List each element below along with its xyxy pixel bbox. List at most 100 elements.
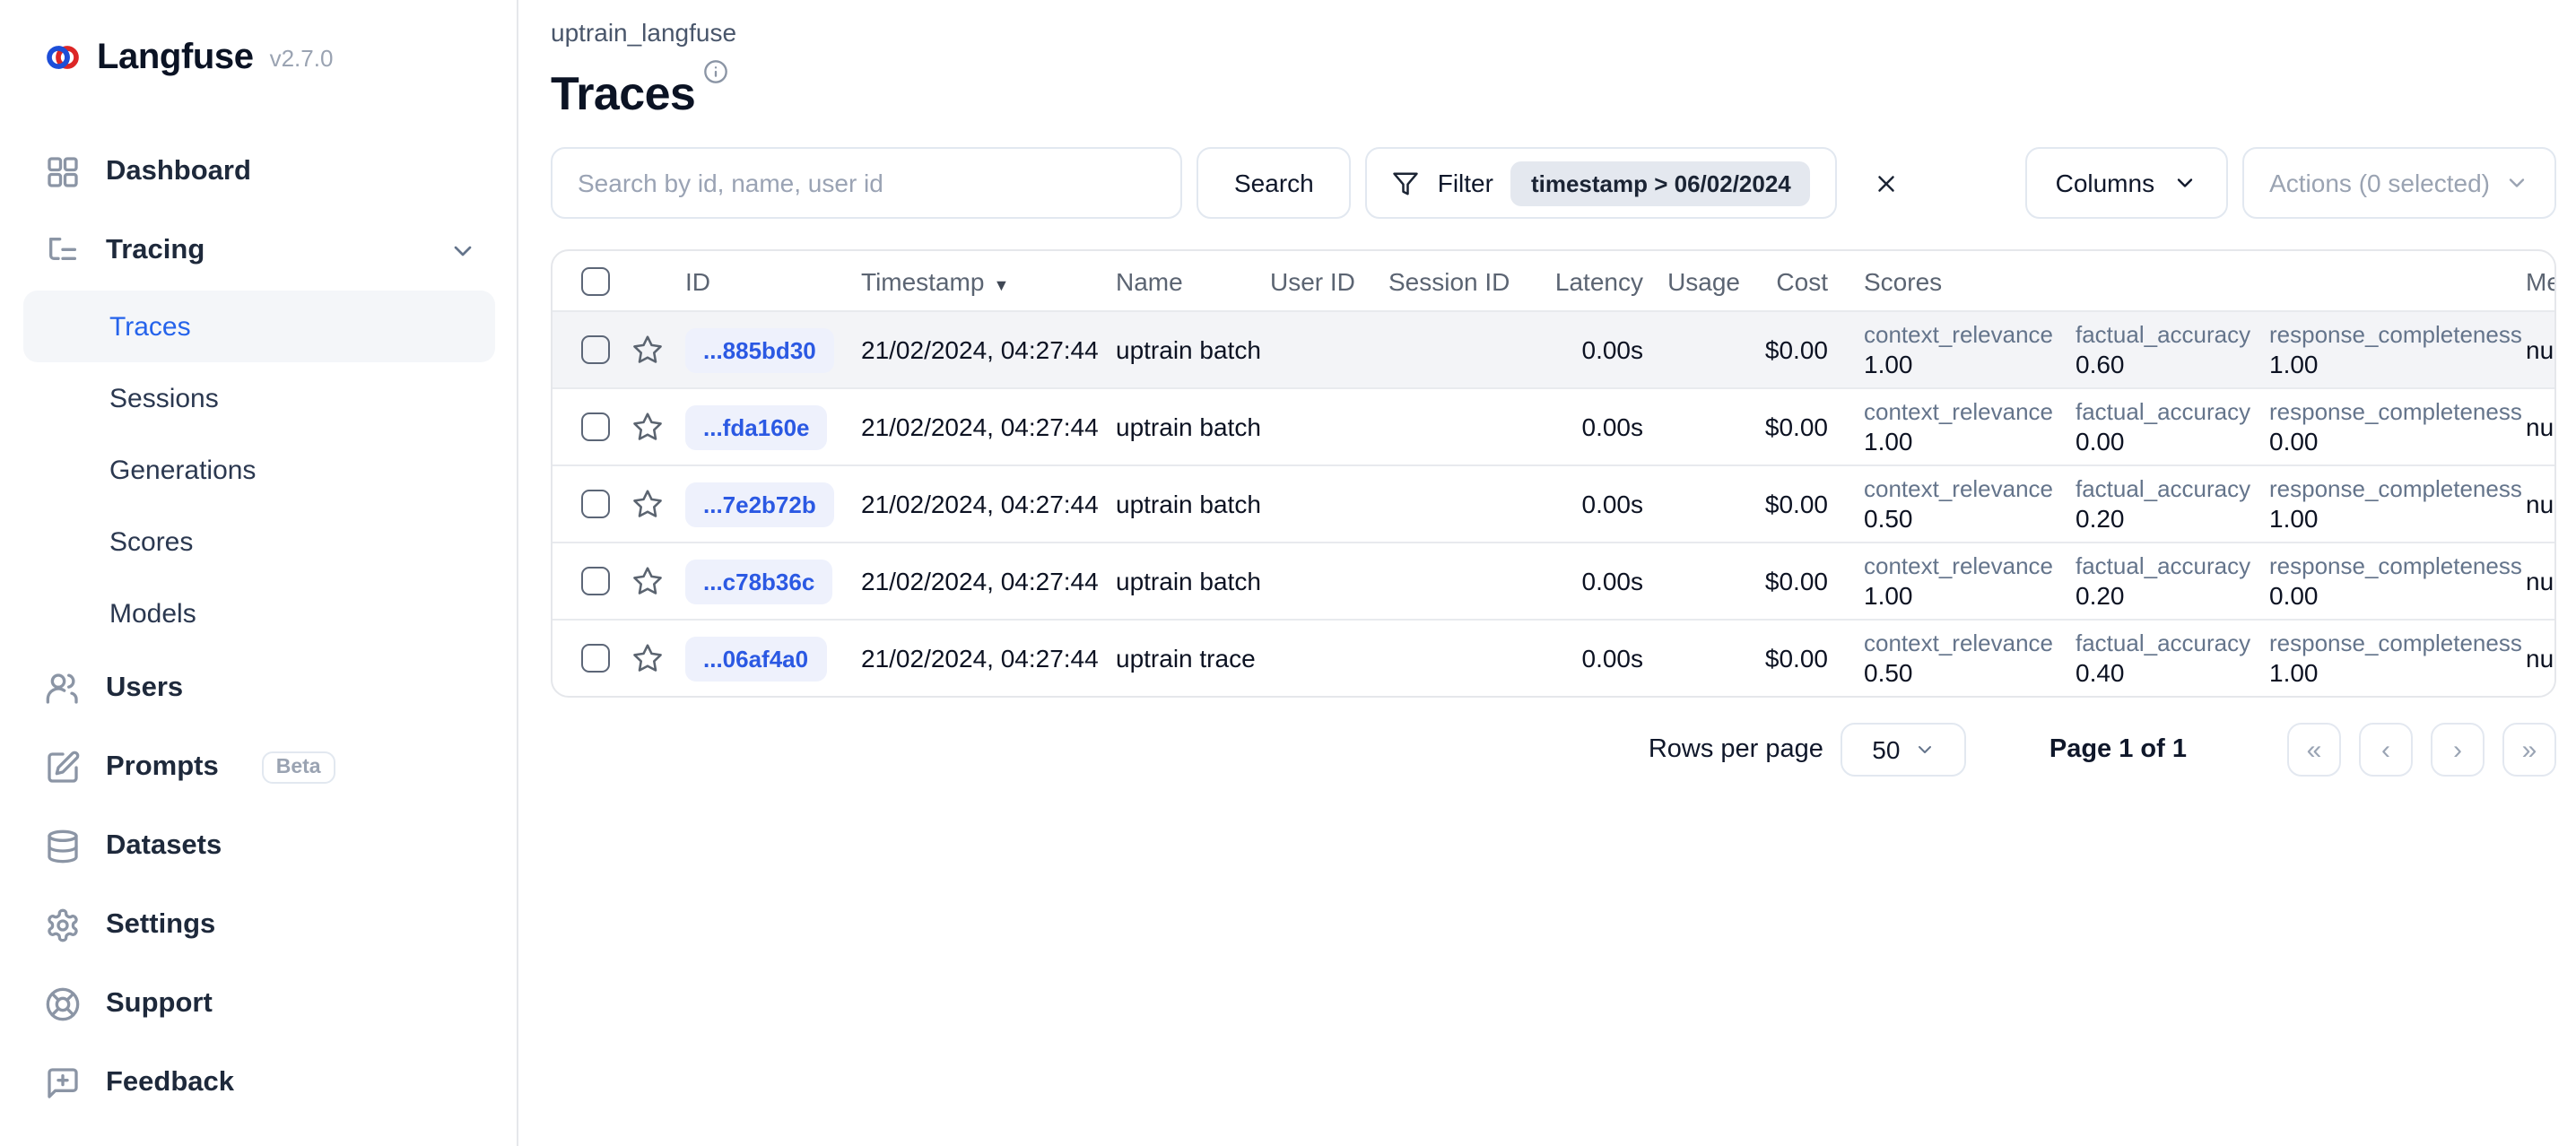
brand[interactable]: Langfuse v2.7.0: [23, 36, 495, 79]
column-header-timestamp[interactable]: Timestamp ▼: [861, 266, 1116, 295]
columns-button[interactable]: Columns: [2024, 147, 2229, 219]
info-icon[interactable]: [702, 59, 727, 84]
star-icon[interactable]: [631, 642, 685, 674]
score-label: context_relevance: [1864, 475, 2054, 502]
previous-page-button[interactable]: ‹: [2359, 723, 2413, 777]
star-icon[interactable]: [631, 488, 685, 520]
name-cell: uptrain batch: [1116, 567, 1261, 595]
table-row[interactable]: ...885bd30 21/02/2024, 04:27:44 uptrain …: [553, 310, 2554, 387]
metadata-cell: null: [2526, 644, 2554, 673]
chevron-down-icon: [1914, 739, 1936, 760]
sidebar-item-feedback[interactable]: Feedback: [23, 1044, 495, 1123]
sub-item-label: Sessions: [109, 383, 219, 413]
scores-cell: context_relevance 1.00 factual_accuracy 0.…: [1828, 552, 2526, 610]
sidebar-item-models[interactable]: Models: [23, 577, 495, 649]
timestamp-cell: 21/02/2024, 04:27:44: [861, 335, 1099, 364]
row-checkbox[interactable]: [581, 567, 610, 595]
last-page-button[interactable]: »: [2502, 723, 2556, 777]
cost-cell: $0.00: [1764, 567, 1828, 595]
dashboard-grid-icon: [45, 154, 81, 190]
row-checkbox[interactable]: [581, 490, 610, 518]
score-value: 0.00: [2076, 427, 2125, 456]
sidebar-item-sessions[interactable]: Sessions: [23, 362, 495, 434]
main-content: uptrain_langfuse Traces Search Filter t: [518, 0, 2576, 1146]
row-checkbox[interactable]: [581, 644, 610, 673]
sidebar-item-datasets[interactable]: Datasets: [23, 807, 495, 886]
sidebar-item-label: Datasets: [106, 830, 222, 861]
breadcrumb[interactable]: uptrain_langfuse: [551, 18, 2576, 48]
column-header-latency[interactable]: Latency: [1532, 266, 1643, 295]
first-page-button[interactable]: «: [2287, 723, 2341, 777]
trace-id-link[interactable]: ...c78b36c: [685, 559, 833, 603]
score-label: factual_accuracy: [2076, 321, 2251, 348]
clear-filter-icon[interactable]: [1874, 169, 1901, 196]
sidebar-item-traces[interactable]: Traces: [23, 291, 495, 362]
scores-cell: context_relevance 1.00 factual_accuracy 0.…: [1828, 398, 2526, 456]
cost-cell: $0.00: [1764, 644, 1828, 673]
sidebar-item-generations[interactable]: Generations: [23, 434, 495, 506]
score-value: 1.00: [1864, 427, 1913, 456]
table-header-row: ID Timestamp ▼ Name User ID Session ID La…: [553, 251, 2554, 310]
row-checkbox[interactable]: [581, 335, 610, 364]
latency-cell: 0.00s: [1581, 490, 1644, 518]
tracing-subnav: Traces Sessions Generations Scores Model…: [23, 291, 495, 649]
score-value: 0.50: [1864, 658, 1913, 687]
table-row[interactable]: ...7e2b72b 21/02/2024, 04:27:44 uptrain …: [553, 464, 2554, 542]
sidebar-item-dashboard[interactable]: Dashboard: [23, 133, 495, 212]
search-input[interactable]: [551, 147, 1182, 219]
score-value: 0.20: [2076, 504, 2125, 533]
trace-id-link[interactable]: ...7e2b72b: [685, 482, 834, 526]
score-value: 1.00: [2269, 504, 2319, 533]
actions-button[interactable]: Actions (0 selected): [2242, 147, 2556, 219]
trace-id-link[interactable]: ...885bd30: [685, 327, 834, 372]
search-button[interactable]: Search: [1197, 147, 1352, 219]
table-row[interactable]: ...fda160e 21/02/2024, 04:27:44 uptrain …: [553, 387, 2554, 464]
chevron-down-icon: [2172, 170, 2197, 195]
score-label: response_completeness: [2269, 629, 2522, 656]
score-label: context_relevance: [1864, 629, 2054, 656]
column-header-metadata[interactable]: Metadata: [2526, 266, 2554, 295]
toolbar: Search Filter timestamp > 06/02/2024 Col…: [551, 147, 2556, 219]
columns-button-label: Columns: [2055, 169, 2155, 197]
column-header-scores[interactable]: Scores: [1828, 266, 2526, 295]
column-header-id[interactable]: ID: [685, 266, 861, 295]
column-header-user-id[interactable]: User ID: [1270, 266, 1388, 295]
column-header-usage[interactable]: Usage: [1643, 266, 1740, 295]
sidebar-item-tracing[interactable]: Tracing: [23, 212, 495, 291]
row-checkbox[interactable]: [581, 412, 610, 441]
sidebar-item-users[interactable]: Users: [23, 649, 495, 728]
star-icon[interactable]: [631, 411, 685, 443]
timestamp-cell: 21/02/2024, 04:27:44: [861, 490, 1099, 518]
star-icon[interactable]: [631, 334, 685, 366]
score-value: 0.60: [2076, 350, 2125, 378]
score-label: context_relevance: [1864, 398, 2054, 425]
sub-item-label: Generations: [109, 455, 257, 485]
table-row[interactable]: ...06af4a0 21/02/2024, 04:27:44 uptrain …: [553, 619, 2554, 696]
next-page-button[interactable]: ›: [2431, 723, 2485, 777]
score-value: 1.00: [2269, 658, 2319, 687]
star-icon[interactable]: [631, 565, 685, 597]
table-row[interactable]: ...c78b36c 21/02/2024, 04:27:44 uptrain …: [553, 542, 2554, 619]
select-all-checkbox[interactable]: [581, 266, 610, 295]
trace-id-link[interactable]: ...fda160e: [685, 404, 828, 449]
filter-chip[interactable]: timestamp > 06/02/2024: [1510, 161, 1811, 205]
rows-per-page-value: 50: [1872, 735, 1901, 764]
users-icon: [45, 671, 81, 707]
rows-per-page-select[interactable]: 50: [1841, 723, 1967, 777]
sidebar-item-support[interactable]: Support: [23, 965, 495, 1044]
column-header-session-id[interactable]: Session ID: [1388, 266, 1532, 295]
traces-table: ID Timestamp ▼ Name User ID Session ID La…: [551, 249, 2556, 698]
beta-badge: Beta: [261, 751, 335, 784]
score-label: factual_accuracy: [2076, 398, 2251, 425]
column-header-name[interactable]: Name: [1116, 266, 1270, 295]
timestamp-cell: 21/02/2024, 04:27:44: [861, 412, 1099, 441]
sidebar-item-scores[interactable]: Scores: [23, 506, 495, 577]
column-header-cost[interactable]: Cost: [1740, 266, 1828, 295]
sidebar-item-settings[interactable]: Settings: [23, 886, 495, 965]
latency-cell: 0.00s: [1581, 567, 1644, 595]
cost-cell: $0.00: [1764, 335, 1828, 364]
filter-button[interactable]: Filter timestamp > 06/02/2024: [1365, 147, 1838, 219]
sidebar-item-prompts[interactable]: Prompts Beta: [23, 728, 495, 807]
trace-id-link[interactable]: ...06af4a0: [685, 636, 827, 681]
score-value: 1.00: [1864, 350, 1913, 378]
